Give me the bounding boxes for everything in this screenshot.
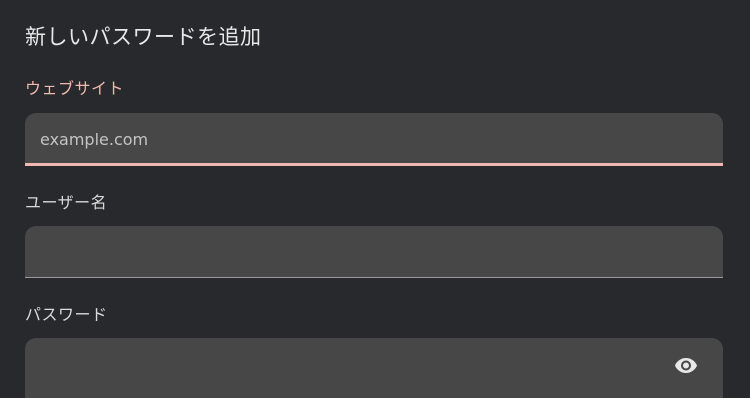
username-field-container: [25, 226, 723, 278]
username-label: ユーザー名: [25, 193, 108, 212]
username-field-underline: [25, 277, 723, 278]
website-input[interactable]: [25, 113, 723, 166]
password-field-container: [25, 338, 723, 398]
website-label: ウェブサイト: [25, 79, 125, 98]
eye-icon[interactable]: [674, 353, 698, 377]
username-input[interactable]: [25, 226, 723, 278]
website-field-underline: [25, 163, 723, 166]
password-label: パスワード: [25, 305, 108, 324]
password-input[interactable]: [25, 338, 723, 398]
dialog-title: 新しいパスワードを追加: [25, 25, 262, 49]
website-field-container: [25, 113, 723, 166]
